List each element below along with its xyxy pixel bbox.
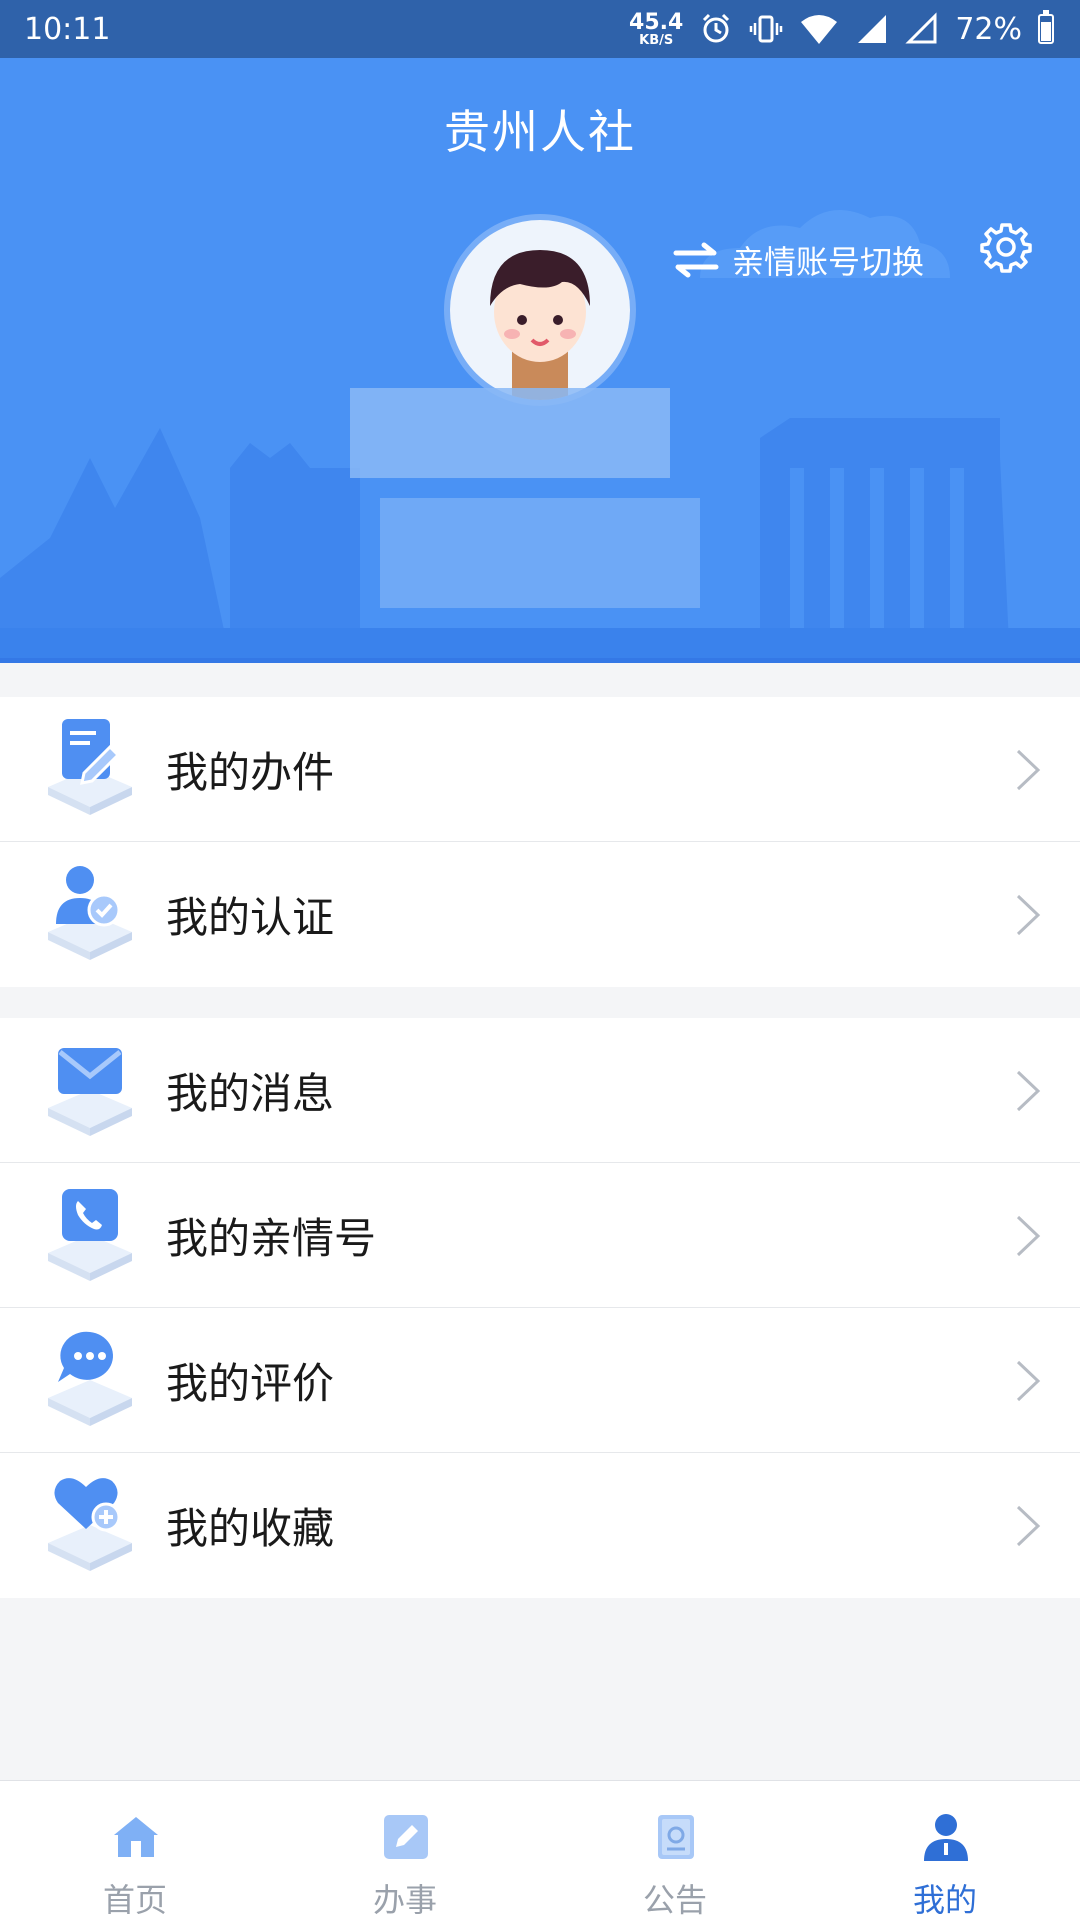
- menu-item-label: 我的亲情号: [166, 1213, 377, 1263]
- status-bar: 10:11 45.4 KB/S 72%: [0, 0, 1080, 58]
- menu-item-my-favorites[interactable]: 我的收藏: [0, 1453, 1080, 1598]
- menu-item-my-cases[interactable]: 我的办件: [0, 697, 1080, 842]
- signal-full-icon: [858, 15, 887, 43]
- menu-group-primary: 我的办件 我的认证: [0, 697, 1080, 987]
- alarm-icon: [703, 13, 730, 43]
- obscured-user-info: [350, 388, 670, 478]
- menu-group-secondary: 我的消息 我的亲情号 我的评价 我的收藏: [0, 1018, 1080, 1598]
- app-title: 贵州人社: [444, 105, 636, 159]
- status-icons: 45.4 KB/S 72%: [629, 9, 1054, 48]
- family-account-switch-button[interactable]: 亲情账号切换: [672, 223, 924, 297]
- menu-item-label: 我的评价: [166, 1358, 335, 1408]
- family-account-switch-label: 亲情账号切换: [732, 243, 925, 281]
- profile-header: 贵州人社 亲情账号切换: [0, 58, 1080, 663]
- obscured-user-info: [380, 498, 700, 608]
- battery-level-fill: [1041, 22, 1051, 41]
- tab-mine[interactable]: 我的: [810, 1781, 1080, 1921]
- menu-item-label: 我的收藏: [166, 1504, 335, 1553]
- pencil-icon: [384, 1815, 428, 1859]
- avatar-cartoon-face: [490, 250, 590, 400]
- document-edit-icon: [48, 719, 132, 815]
- menu-item-my-verification[interactable]: 我的认证: [0, 842, 1080, 987]
- chevron-right-icon: [1016, 1215, 1041, 1257]
- tab-announcements[interactable]: 公告: [540, 1781, 810, 1921]
- avatar[interactable]: [450, 220, 630, 400]
- menu-item-my-reviews[interactable]: 我的评价: [0, 1308, 1080, 1453]
- chat-bubble-icon: [48, 1331, 132, 1426]
- menu-item-my-messages[interactable]: 我的消息: [0, 1018, 1080, 1163]
- chevron-right-icon: [1016, 1360, 1041, 1402]
- notice-book-icon: [658, 1815, 694, 1859]
- battery-icon: [1038, 10, 1054, 44]
- chevron-right-icon: [1016, 1070, 1041, 1112]
- person-icon: [924, 1814, 968, 1861]
- signal-empty-icon: [905, 12, 937, 44]
- chevron-right-icon: [1016, 749, 1041, 791]
- wifi-icon: [801, 15, 838, 44]
- chevron-right-icon: [1016, 1505, 1041, 1547]
- tab-label: 首页: [102, 1881, 167, 1919]
- vibrate-icon: [750, 15, 783, 43]
- network-speed-unit: KB/S: [639, 32, 674, 48]
- tab-label: 我的: [912, 1881, 977, 1919]
- network-speed-value: 45.4: [629, 9, 684, 35]
- network-speed: 45.4 KB/S: [629, 9, 684, 48]
- envelope-icon: [48, 1048, 132, 1136]
- tab-home[interactable]: 首页: [0, 1781, 270, 1921]
- chevron-right-icon: [1016, 894, 1041, 936]
- phone-icon: [48, 1189, 132, 1281]
- swap-arrows-icon: [673, 242, 719, 278]
- gear-icon[interactable]: [980, 221, 1032, 273]
- status-time: 10:11: [24, 11, 111, 47]
- menu-item-label: 我的认证: [166, 893, 335, 942]
- heart-plus-icon: [48, 1478, 132, 1571]
- menu-item-label: 我的办件: [166, 747, 335, 797]
- battery-percent: 72%: [955, 11, 1022, 47]
- user-verified-icon: [48, 866, 132, 960]
- menu-item-label: 我的消息: [166, 1068, 335, 1118]
- tab-label: 公告: [642, 1881, 707, 1919]
- tab-label: 办事: [372, 1881, 437, 1919]
- home-icon: [114, 1817, 158, 1857]
- bottom-tab-bar: 首页 办事 公告 我的: [0, 1780, 1080, 1921]
- menu-item-my-family-numbers[interactable]: 我的亲情号: [0, 1163, 1080, 1308]
- tab-services[interactable]: 办事: [270, 1781, 540, 1921]
